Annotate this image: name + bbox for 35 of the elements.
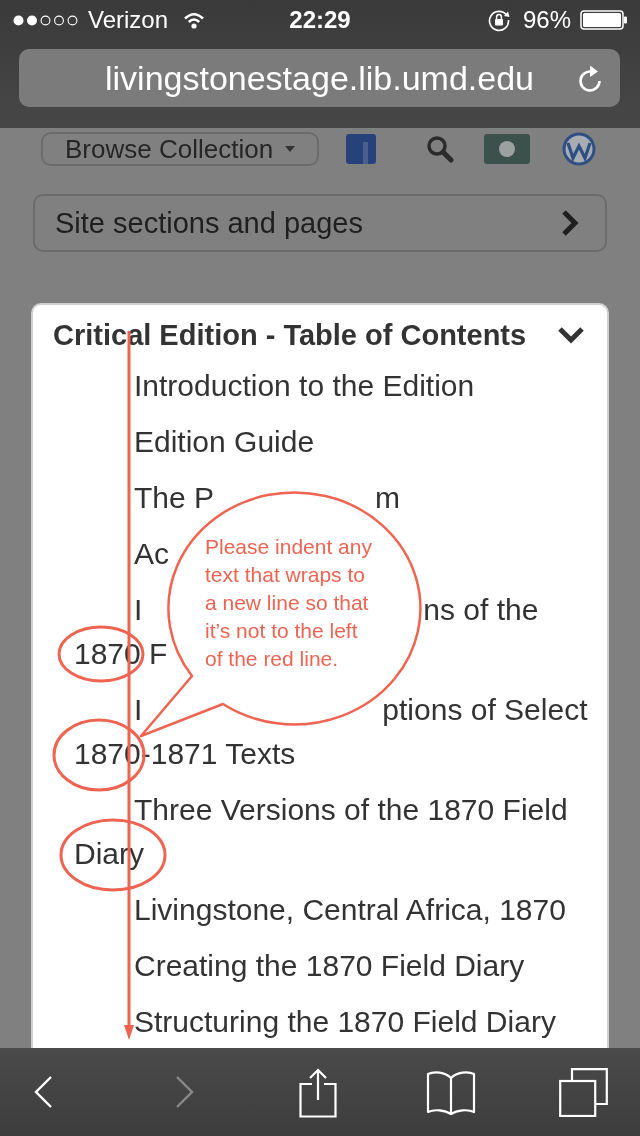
clock-time: 22:29 (289, 6, 351, 34)
battery-percent: 96% (522, 6, 571, 34)
toc-link[interactable]: Edition Guide (134, 425, 315, 458)
back-icon[interactable] (33, 1075, 53, 1109)
callout-text: Please indent any text that wraps to a new line so that it’s not to the left of the red line. (205, 534, 372, 672)
rotation-lock-icon (486, 8, 511, 32)
toc-link[interactable]: Structuring the 1870 Field Diary (134, 1005, 556, 1038)
chevron-down-icon[interactable] (557, 325, 585, 345)
caret-icon (285, 146, 296, 152)
toc-link[interactable]: ns of the (423, 595, 539, 625)
carrier-name: Verizon (88, 6, 169, 34)
toc-link[interactable]: The P (134, 483, 215, 513)
tabs-icon[interactable] (559, 1067, 608, 1117)
toc-link[interactable]: I (134, 595, 143, 625)
toc-link[interactable]: m (375, 483, 401, 513)
share-icon[interactable] (299, 1066, 337, 1118)
site-sections-button[interactable]: Site sections and pages (33, 194, 607, 252)
tile-icon[interactable] (346, 134, 376, 164)
circle-tile-icon[interactable] (484, 134, 530, 164)
toc-link[interactable]: Livingstone, Central Africa, 1870 (134, 893, 566, 926)
circle-logo-icon[interactable] (562, 132, 596, 166)
toc-link[interactable]: I (134, 695, 143, 725)
book-icon[interactable] (426, 1068, 476, 1116)
signal-icon (13, 14, 79, 26)
wifi-icon (183, 11, 206, 29)
address-field[interactable]: livingstonestage.lib.umd.edu (19, 49, 620, 107)
toc-link[interactable]: ptions of Select (382, 695, 588, 725)
search-icon[interactable] (426, 135, 454, 163)
toc-link[interactable]: Ac (134, 539, 169, 569)
toc-link[interactable]: Creating the 1870 Field Diary (134, 949, 525, 982)
browse-collection-button[interactable]: Browse Collection (41, 132, 319, 166)
panel-title: Critical Edition - Table of Contents (53, 319, 527, 351)
reload-icon[interactable] (578, 63, 604, 93)
toc-link[interactable]: Introduction to the Edition (134, 369, 475, 402)
battery-icon (580, 10, 628, 30)
